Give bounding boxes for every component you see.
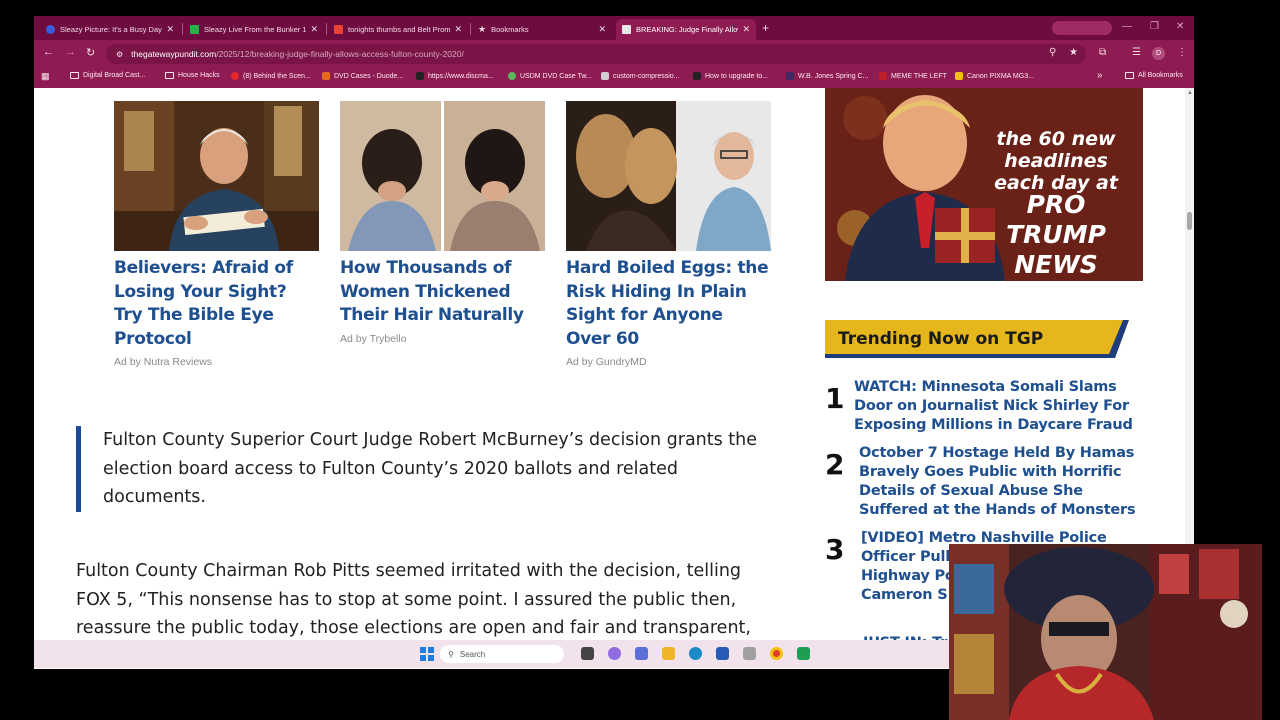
site-icon (46, 25, 55, 34)
bookmark-item[interactable]: W.B. Jones Spring C... (786, 72, 868, 80)
search-icon: ⚲ (448, 649, 454, 659)
file-explorer-icon[interactable] (662, 647, 675, 660)
bookmark-item[interactable]: House Hacks (165, 72, 220, 79)
site-info-icon[interactable]: ⚙ (116, 50, 123, 59)
webcam-overlay (949, 544, 1262, 720)
trending-number: 2 (825, 448, 845, 481)
toolbar: ← → ↻ ⚙ thegatewaypundit.com/2025/12/bre… (34, 40, 1194, 68)
ad-title[interactable]: Believers: Afraid of Losing Your Sight? … (114, 257, 319, 351)
avatar[interactable]: D (1152, 47, 1165, 60)
tab-strip: Sleazy Picture: It's a Busy Day fi ✕ Sle… (34, 16, 1194, 40)
sidepanel-icon[interactable]: ☰ (1132, 47, 1141, 58)
banner-headline: PRO TRUMP NEWS (1006, 190, 1106, 279)
close-icon[interactable]: ✕ (598, 24, 606, 35)
zoom-icon[interactable]: ⚲ (1049, 47, 1056, 58)
close-icon[interactable]: ✕ (310, 24, 318, 35)
maximize-button[interactable]: ❐ (1150, 21, 1159, 32)
bookmark-item[interactable]: How to upgrade to... (693, 72, 768, 80)
rumble-icon (190, 25, 199, 34)
blockquote: Fulton County Superior Court Judge Rober… (76, 426, 784, 512)
minimize-button[interactable]: — (1122, 21, 1132, 32)
tab-bookmarks[interactable]: ★ Bookmarks ✕ (472, 19, 612, 40)
address-bar[interactable]: ⚙ thegatewaypundit.com/2025/12/breaking-… (106, 44, 1086, 64)
bookmark-item[interactable]: Digital Broad Cast... (70, 72, 145, 79)
ad-source: Ad by Trybello (340, 332, 407, 345)
extensions-icon[interactable]: ⧉ (1099, 47, 1106, 58)
teams-icon[interactable] (635, 647, 648, 660)
trending-link[interactable]: WATCH: Minnesota Somali Slams Door on Jo… (854, 378, 1144, 435)
ad-source: Ad by Nutra Reviews (114, 356, 213, 368)
close-window-button[interactable]: ✕ (1176, 21, 1184, 32)
tab-breaking-judge[interactable]: BREAKING: Judge Finally Allow ✕ (616, 19, 756, 40)
store-icon[interactable] (716, 647, 729, 660)
settings-icon[interactable] (743, 647, 756, 660)
pro-trump-news-banner[interactable]: the 60 new headlines each day at PRO TRU… (825, 88, 1143, 281)
bookmark-item[interactable]: https://www.discma... (416, 72, 494, 80)
taskbar-search[interactable]: ⚲ Search (440, 645, 564, 663)
bookmark-item[interactable]: (8) Behind the Scen... (231, 72, 311, 80)
banner-text: the 60 new headlines each day at (994, 128, 1118, 194)
ad-title[interactable]: Hard Boiled Eggs: the Risk Hiding In Pla… (566, 257, 771, 351)
ad-image[interactable] (566, 101, 771, 251)
trending-number: 1 (825, 382, 845, 415)
scroll-up-icon[interactable]: ▲ (1187, 90, 1193, 96)
ad-card[interactable]: Hard Boiled Eggs: the Risk Hiding In Pla… (566, 101, 771, 368)
trending-item[interactable]: 2 October 7 Hostage Held By Hamas Bravel… (825, 444, 1145, 524)
chevron-right-icon[interactable]: » (1097, 70, 1103, 81)
reload-button[interactable]: ↻ (86, 46, 95, 59)
bookmark-item[interactable]: MEME THE LEFT (879, 72, 947, 80)
windows-start-icon[interactable] (420, 647, 434, 661)
taskbar: ⚲ Search (34, 640, 949, 668)
site-icon (622, 25, 631, 34)
chrome-icon[interactable] (770, 647, 783, 660)
new-tab-button[interactable]: + (762, 21, 769, 35)
bookmark-item[interactable]: USDM DVD Case Tw... (508, 72, 592, 80)
apps-icon[interactable]: ▦ (41, 71, 50, 82)
ad-image[interactable] (340, 101, 545, 251)
close-icon[interactable]: ✕ (742, 24, 750, 35)
ad-card[interactable]: How Thousands of Women Thickened Their H… (340, 101, 545, 345)
ad-card[interactable]: Believers: Afraid of Losing Your Sight? … (114, 101, 319, 368)
trending-item[interactable]: 1 WATCH: Minnesota Somali Slams Door on … (825, 378, 1145, 438)
scrollbar-thumb[interactable] (1187, 212, 1192, 230)
all-bookmarks[interactable]: All Bookmarks (1125, 72, 1183, 79)
profile-button[interactable] (1052, 21, 1112, 35)
edge-icon[interactable] (689, 647, 702, 660)
copilot-icon[interactable] (608, 647, 621, 660)
ad-image[interactable] (114, 101, 319, 251)
ad-title[interactable]: How Thousands of Women Thickened Their H… (340, 257, 545, 328)
tab-gmail[interactable]: tonights thumbs and Belt Prom ✕ (328, 19, 468, 40)
star-icon: ★ (478, 24, 487, 34)
app-icon[interactable] (797, 647, 810, 660)
tab-sleazy-picture[interactable]: Sleazy Picture: It's a Busy Day fi ✕ (40, 19, 180, 40)
menu-icon[interactable]: ⋮ (1177, 47, 1187, 58)
trending-number: 3 (825, 533, 845, 566)
gmail-icon (334, 25, 343, 34)
close-icon[interactable]: ✕ (166, 24, 174, 35)
task-view-icon[interactable] (581, 647, 594, 660)
back-button[interactable]: ← (43, 46, 54, 58)
close-icon[interactable]: ✕ (454, 24, 462, 35)
trending-link[interactable]: October 7 Hostage Held By Hamas Bravely … (859, 444, 1144, 520)
bookmark-item[interactable]: DVD Cases - Duode... (322, 72, 403, 80)
trending-title: Trending Now on TGP (838, 329, 1044, 349)
tab-sleazy-live[interactable]: Sleazy Live From the Bunker 12 ✕ (184, 19, 324, 40)
bookmark-item[interactable]: Canon PIXMA MG3... (955, 72, 1034, 80)
forward-button[interactable]: → (65, 46, 76, 58)
desktop: Sleazy Picture: It's a Busy Day fi ✕ Sle… (0, 0, 1280, 720)
bookmarks-bar: ▦ Digital Broad Cast... House Hacks (8) … (34, 68, 1194, 88)
bookmark-star-icon[interactable]: ★ (1069, 47, 1078, 58)
ad-source: Ad by GundryMD (566, 356, 647, 368)
trending-header: Trending Now on TGP (825, 320, 1129, 358)
bookmark-item[interactable]: custom-compressio... (601, 72, 680, 80)
